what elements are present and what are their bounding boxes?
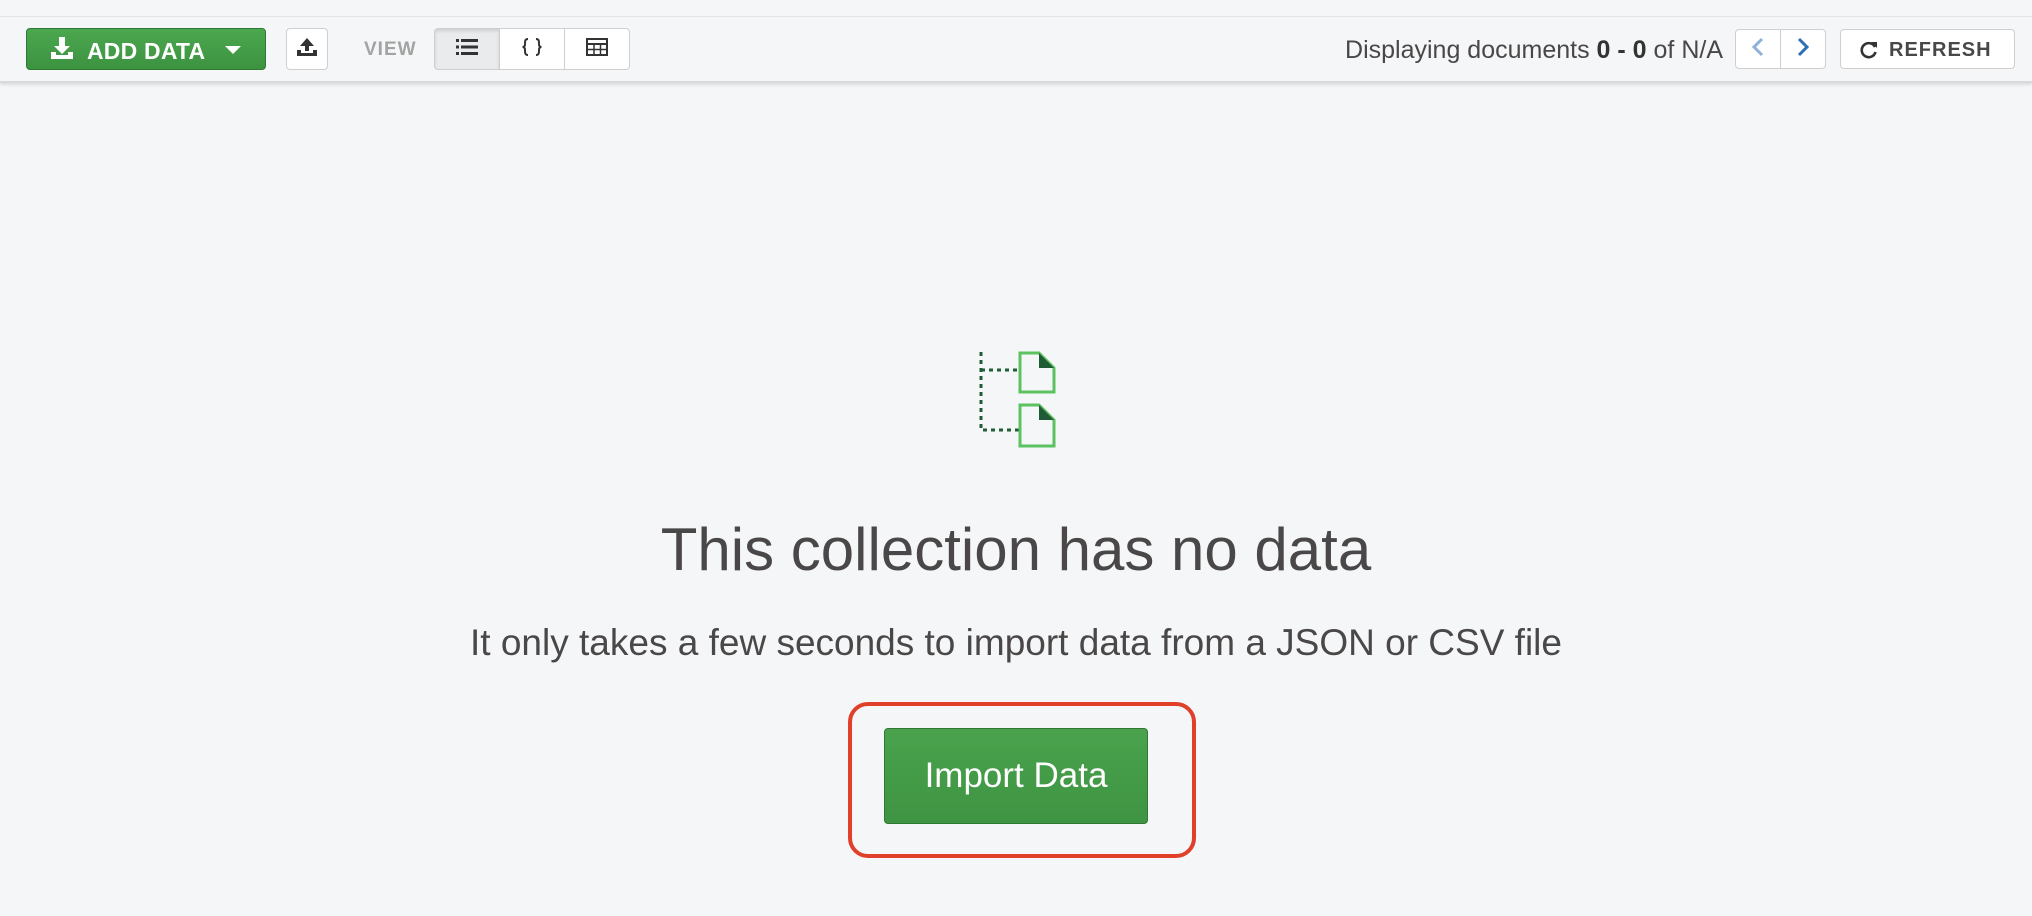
doc-count-middle: of <box>1646 36 1682 64</box>
table-icon <box>586 37 608 61</box>
refresh-icon <box>1859 40 1879 66</box>
pagination <box>1735 29 1826 69</box>
list-icon <box>456 38 478 61</box>
add-data-label: ADD DATA <box>87 38 206 64</box>
refresh-button[interactable]: REFRESH <box>1840 29 2015 69</box>
top-border <box>0 0 2032 17</box>
table-view-button[interactable] <box>564 28 630 70</box>
braces-icon <box>521 37 543 62</box>
add-data-button[interactable]: ADD DATA <box>26 28 266 70</box>
documents-toolbar: ADD DATA VIEW Displaying documents 0 - 0… <box>0 17 2032 83</box>
download-icon <box>49 36 75 68</box>
document-tree-icon <box>975 350 1057 455</box>
refresh-label: REFRESH <box>1889 39 1992 61</box>
chevron-left-icon <box>1751 37 1765 62</box>
document-count: Displaying documents 0 - 0 of N/A <box>1345 36 1723 65</box>
view-label: VIEW <box>364 39 417 60</box>
json-view-button[interactable] <box>499 28 565 70</box>
empty-state-title: This collection has no data <box>660 516 1372 583</box>
next-page-button[interactable] <box>1780 29 1826 69</box>
list-view-button[interactable] <box>434 28 500 70</box>
view-toggle-group <box>434 28 630 70</box>
upload-button[interactable] <box>286 28 328 70</box>
chevron-right-icon <box>1796 37 1810 62</box>
upload-icon <box>296 36 318 63</box>
previous-page-button[interactable] <box>1735 29 1781 69</box>
doc-count-range: 0 - 0 <box>1596 36 1647 64</box>
caret-down-icon <box>225 46 241 54</box>
empty-state-subtitle: It only takes a few seconds to import da… <box>470 622 1562 663</box>
doc-count-total: N/A <box>1681 36 1723 64</box>
doc-count-prefix: Displaying documents <box>1345 36 1597 64</box>
import-data-button[interactable]: Import Data <box>884 728 1148 824</box>
